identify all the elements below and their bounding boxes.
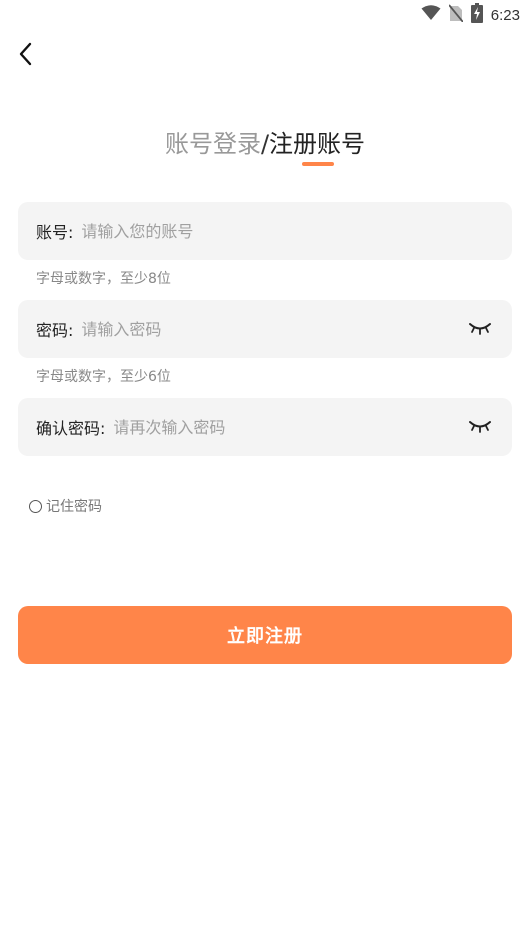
tab-register[interactable]: 注册账号 [269, 130, 365, 158]
password-hint: 字母或数字，至少6位 [36, 369, 171, 385]
password-visibility-toggle[interactable] [466, 315, 494, 343]
battery-charging-icon [470, 3, 483, 27]
confirm-password-visibility-toggle[interactable] [466, 413, 494, 441]
status-time: 6:23 [490, 6, 520, 24]
wifi-icon [421, 5, 441, 25]
tab-login[interactable]: 账号登录 [165, 130, 261, 158]
page-title-tabs: 账号登录/注册账号 [0, 126, 530, 162]
confirm-password-field: 确认密码: [18, 398, 512, 456]
tab-separator: / [260, 130, 270, 158]
password-label: 密码: [36, 321, 74, 340]
account-hint: 字母或数字，至少8位 [36, 271, 171, 287]
eye-closed-icon [469, 320, 491, 339]
active-tab-indicator [302, 162, 334, 166]
status-icons: 6:23 [421, 3, 520, 27]
chevron-left-icon [18, 42, 32, 70]
account-field: 账号: [18, 202, 512, 260]
password-field: 密码: [18, 300, 512, 358]
password-input[interactable] [81, 319, 466, 339]
remember-password-radio[interactable] [29, 499, 42, 513]
account-input[interactable] [81, 221, 494, 241]
remember-password-option[interactable]: 记住密码 [29, 496, 102, 516]
account-label: 账号: [36, 223, 74, 242]
no-sim-icon [448, 4, 464, 26]
eye-closed-icon [469, 418, 491, 437]
confirm-password-label: 确认密码: [36, 419, 106, 438]
confirm-password-input[interactable] [113, 417, 466, 437]
status-bar: 6:23 [0, 0, 530, 30]
back-button[interactable] [10, 40, 40, 72]
register-button[interactable]: 立即注册 [18, 606, 512, 664]
remember-password-label: 记住密码 [46, 499, 102, 515]
